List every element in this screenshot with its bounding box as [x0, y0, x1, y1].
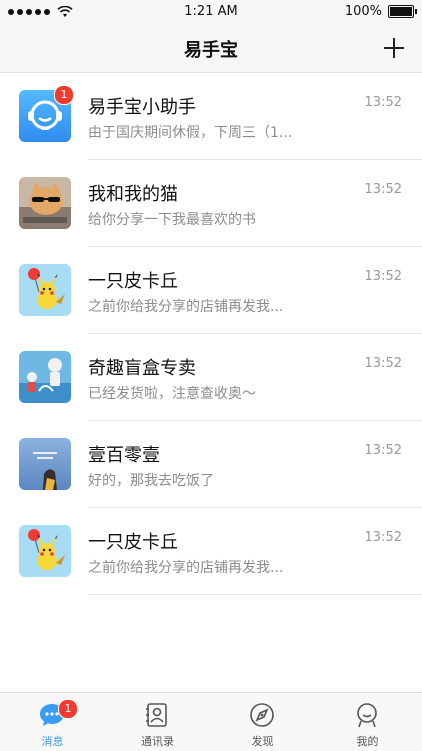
conversation-preview: 好的，那我去吃饭了	[88, 473, 214, 489]
tab-label: 我的	[356, 735, 379, 748]
conversation-preview: 之前你给我分享的店铺再发我...	[88, 560, 284, 576]
conversation-row[interactable]: 奇趣盲盒专卖 已经发货啦，注意查收奥～ 13:52	[0, 334, 422, 421]
conversation-row[interactable]: 壹百零壹 好的，那我去吃饭了 13:52	[0, 421, 422, 508]
conversation-row[interactable]: 一只皮卡丘 之前你给我分享的店铺再发我... 13:52	[0, 508, 422, 595]
blind-box-avatar	[19, 351, 71, 403]
conversation-time: 13:52	[364, 356, 402, 371]
conversation-name: 壹百零壹	[88, 445, 160, 466]
cat-avatar	[19, 177, 71, 229]
conversation-time: 13:52	[364, 182, 402, 197]
tab-contacts[interactable]: 通讯录	[105, 693, 210, 751]
conversation-row[interactable]: 1 易手宝小助手 由于国庆期间休假，下周三（1... 13:52	[0, 73, 422, 160]
pikachu-avatar	[19, 525, 71, 577]
conversation-time: 13:52	[364, 95, 402, 110]
conversation-preview: 给你分享一下我最喜欢的书	[88, 212, 256, 228]
pikachu-avatar	[19, 264, 71, 316]
tab-label: 发现	[251, 735, 274, 748]
add-icon[interactable]	[382, 36, 406, 60]
conversation-time: 13:52	[364, 269, 402, 284]
conversation-time: 13:52	[364, 443, 402, 458]
contacts-icon	[146, 703, 167, 727]
unread-badge: 1	[54, 85, 74, 105]
tab-bar: 1 消息 通讯录 发现 我的	[0, 692, 422, 751]
battery-percent: 100%	[344, 4, 382, 19]
tab-unread-badge: 1	[58, 699, 78, 719]
tab-discover[interactable]: 发现	[210, 693, 315, 751]
conversation-preview: 已经发货啦，注意查收奥～	[88, 386, 256, 402]
conversation-row[interactable]: 我和我的猫 给你分享一下我最喜欢的书 13:52	[0, 160, 422, 247]
conversation-name: 易手宝小助手	[88, 97, 196, 118]
tab-messages[interactable]: 1 消息	[0, 693, 105, 751]
conversation-name: 奇趣盲盒专卖	[88, 358, 196, 379]
tab-mine[interactable]: 我的	[315, 693, 420, 751]
conversation-preview: 之前你给我分享的店铺再发我...	[88, 299, 284, 315]
status-bar: 1:21 AM 100%	[0, 0, 422, 24]
battery-icon	[388, 5, 417, 18]
conversation-name: 我和我的猫	[88, 184, 178, 205]
conversation-time: 13:52	[364, 530, 402, 545]
girl-avatar	[19, 438, 71, 490]
conversation-preview: 由于国庆期间休假，下周三（1...	[88, 125, 293, 141]
page-title: 易手宝	[184, 40, 238, 61]
compass-icon	[250, 703, 274, 727]
nav-bar: 易手宝	[0, 24, 422, 73]
tab-label: 通讯录	[141, 735, 174, 748]
profile-icon	[357, 703, 377, 728]
conversation-row[interactable]: 一只皮卡丘 之前你给我分享的店铺再发我... 13:52	[0, 247, 422, 334]
conversation-name: 一只皮卡丘	[88, 532, 178, 553]
tab-label: 消息	[41, 735, 64, 748]
conversation-list: 1 易手宝小助手 由于国庆期间休假，下周三（1... 13:52 我和我的猫 给…	[0, 73, 422, 595]
conversation-name: 一只皮卡丘	[88, 271, 178, 292]
